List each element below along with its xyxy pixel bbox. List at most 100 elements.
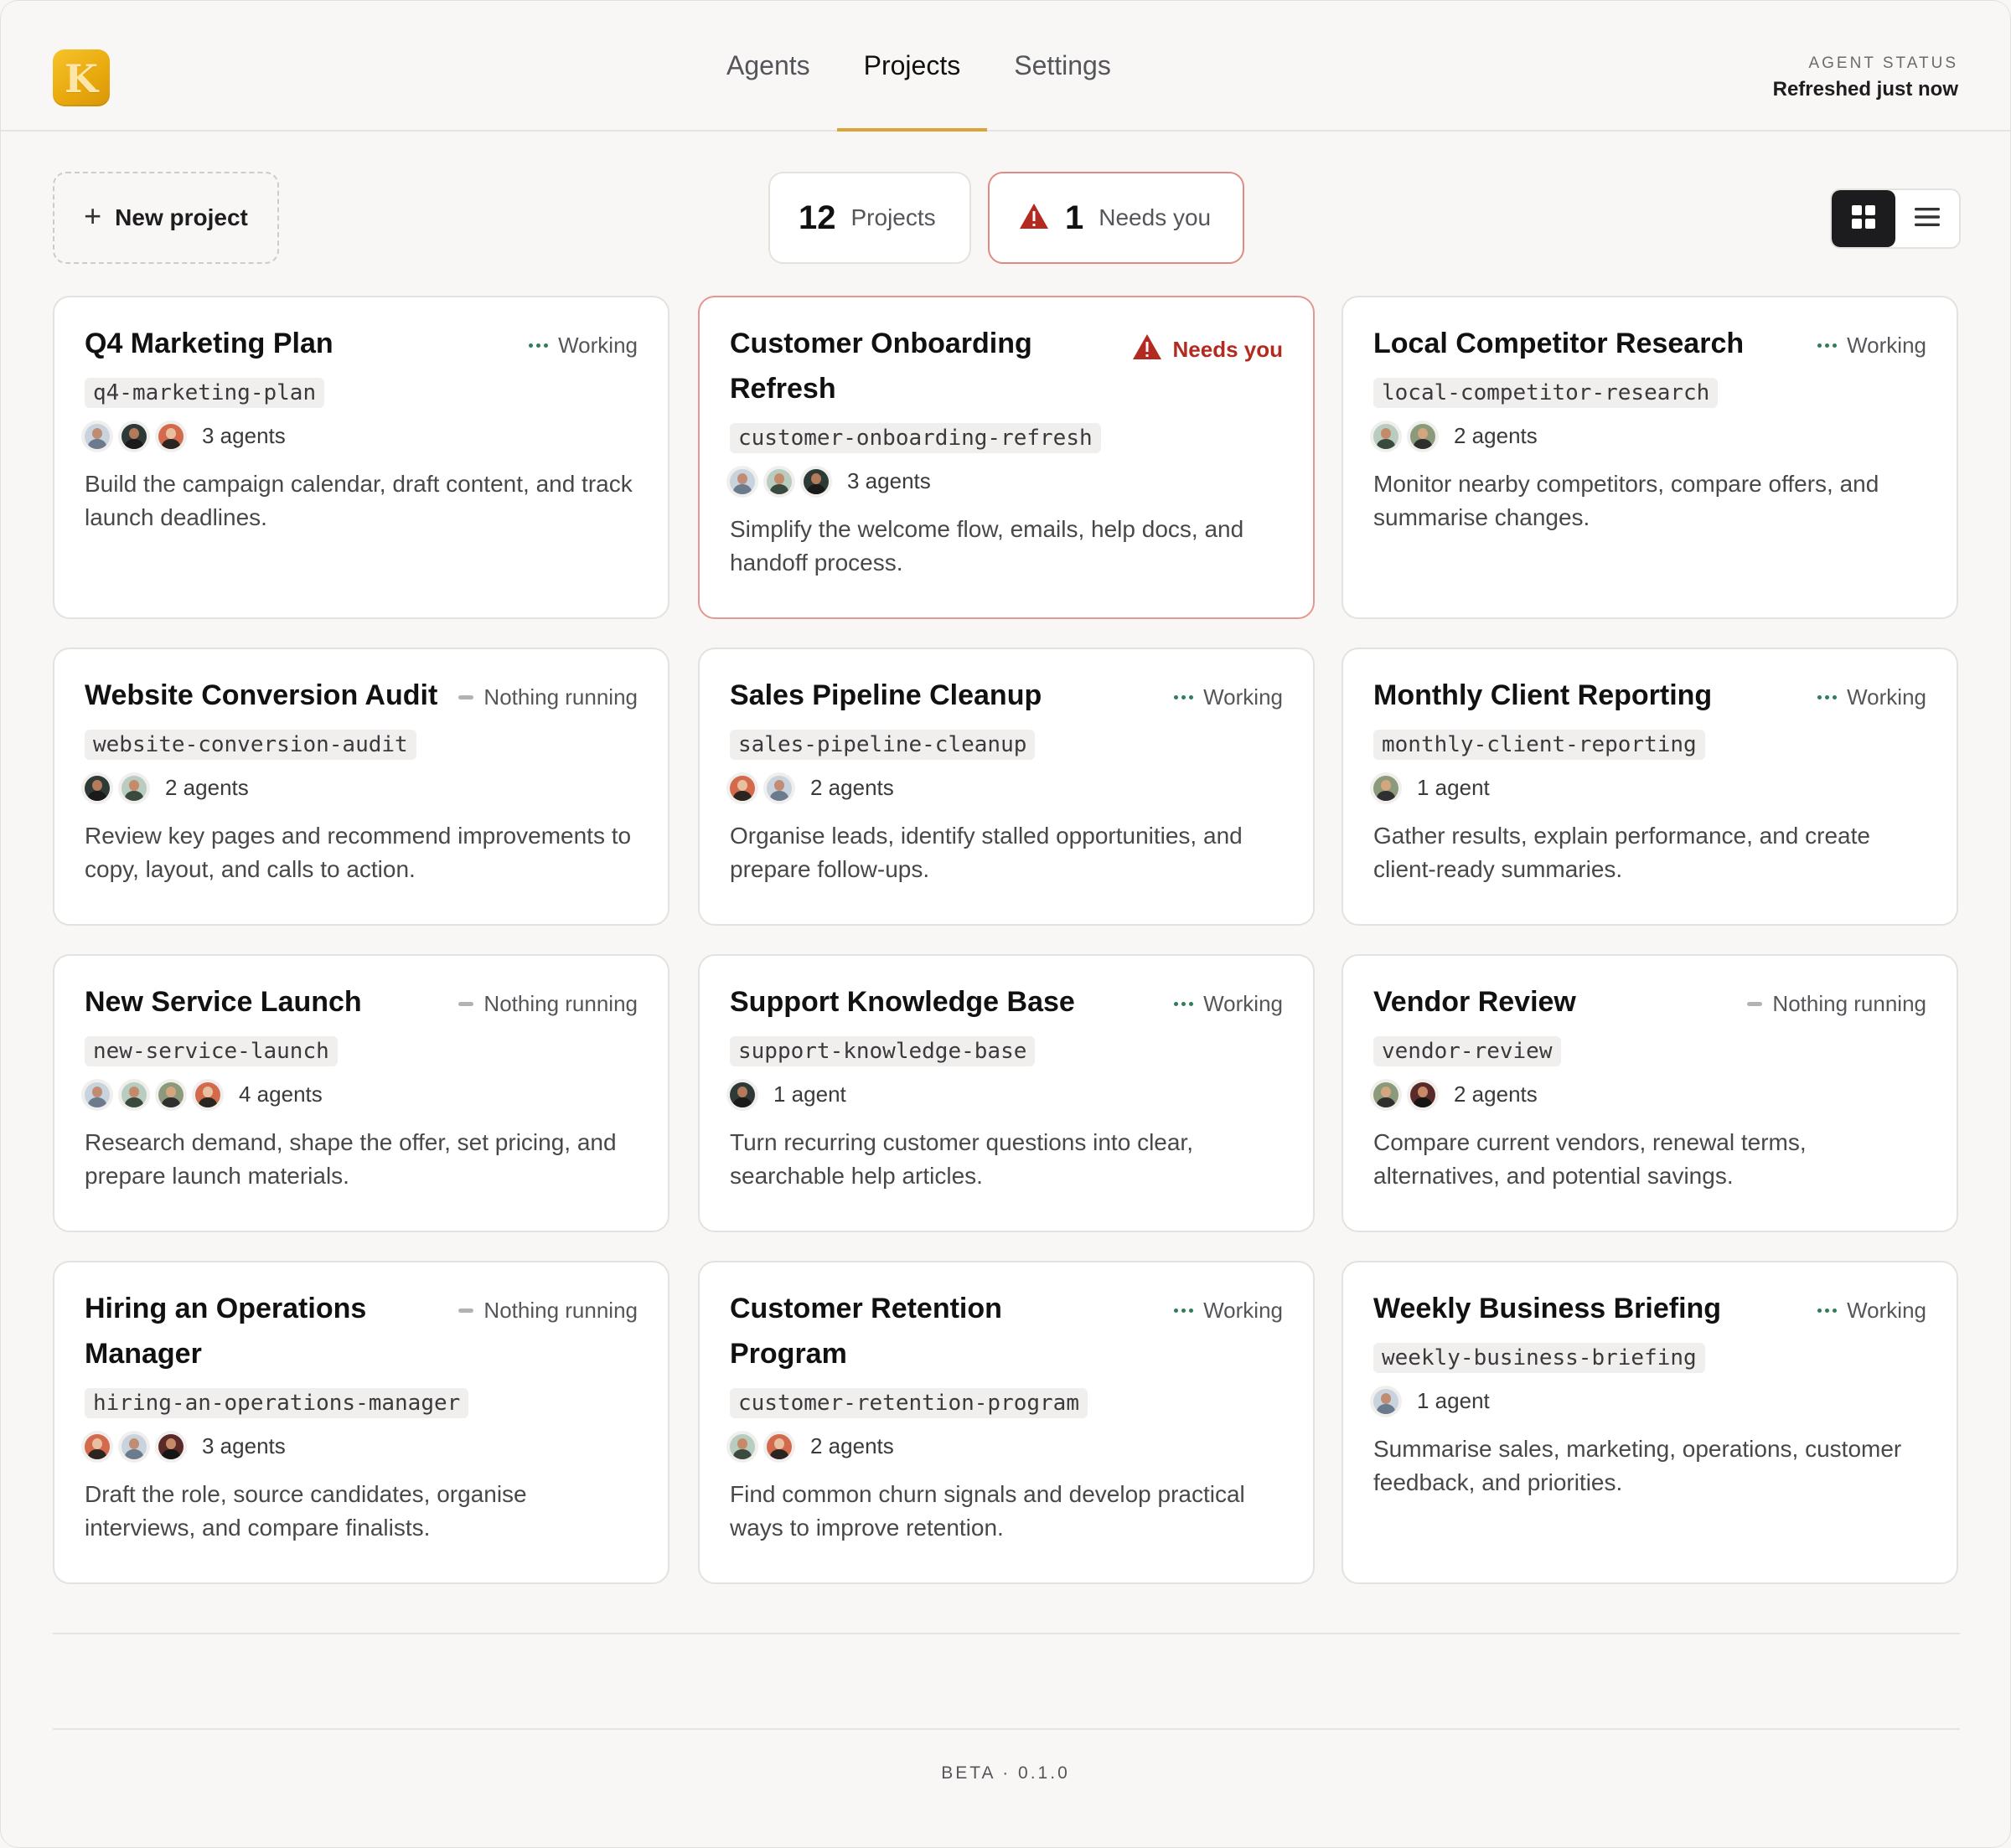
agent-avatar[interactable]	[1373, 775, 1398, 801]
agent-avatar[interactable]	[121, 775, 147, 801]
agent-avatar[interactable]	[767, 468, 792, 494]
project-card[interactable]: Sales Pipeline Cleanup Working sales-pipel…	[698, 648, 1315, 926]
agent-count: 2 agents	[1454, 423, 1538, 448]
agent-list: 1 agent	[1373, 1388, 1926, 1414]
list-view-button[interactable]	[1895, 190, 1959, 247]
agent-avatar[interactable]	[121, 1433, 147, 1459]
plus-icon: +	[84, 199, 102, 233]
project-status: Needs you	[1131, 333, 1284, 367]
agent-count: 1 agent	[1417, 775, 1490, 800]
project-status-label: Working	[1847, 684, 1926, 710]
project-slug: monthly-client-reporting	[1373, 730, 1705, 760]
tab-settings[interactable]: Settings	[987, 1, 1138, 130]
working-dots-icon	[1174, 1002, 1194, 1006]
project-status-label: Working	[558, 333, 638, 358]
project-description: Monitor nearby competitors, compare offe…	[1373, 471, 1879, 530]
project-title: New Service Launch	[85, 986, 362, 1018]
project-status: Nothing running	[458, 1298, 638, 1324]
project-slug: support-knowledge-base	[730, 1036, 1036, 1066]
working-dots-icon	[1174, 695, 1194, 699]
agent-avatar[interactable]	[730, 775, 755, 801]
project-card[interactable]: Local Competitor Research Working local-co…	[1342, 296, 1958, 619]
working-dots-icon	[529, 343, 549, 348]
new-project-button[interactable]: + New project	[53, 172, 279, 264]
project-card[interactable]: Vendor Review Nothing running vendor-revie…	[1342, 954, 1958, 1232]
projects-counter[interactable]: 12 Projects	[768, 172, 971, 264]
agent-avatar[interactable]	[1373, 423, 1398, 449]
agent-avatar[interactable]	[158, 1081, 184, 1107]
agent-count: 2 agents	[810, 1433, 894, 1458]
tab-agents[interactable]: Agents	[700, 1, 837, 130]
grid-view-button[interactable]	[1832, 190, 1895, 247]
agent-avatar[interactable]	[730, 1081, 755, 1107]
agent-avatar[interactable]	[767, 775, 792, 801]
agent-avatar[interactable]	[121, 1081, 147, 1107]
project-title: Monthly Client Reporting	[1373, 679, 1713, 711]
project-status-label: Working	[1847, 1298, 1926, 1323]
project-card[interactable]: Weekly Business Briefing Working weekly-bu…	[1342, 1261, 1958, 1584]
agent-avatar[interactable]	[767, 1433, 792, 1459]
app-logo[interactable]: K	[53, 49, 110, 106]
warning-triangle-icon	[1018, 202, 1050, 235]
project-card[interactable]: Customer Onboarding Refresh Needs you cust…	[698, 296, 1315, 619]
agent-avatar[interactable]	[85, 1433, 110, 1459]
project-status: Working	[1174, 1298, 1283, 1324]
projects-count: 12	[799, 199, 836, 236]
project-title: Vendor Review	[1373, 986, 1576, 1018]
agent-avatar[interactable]	[85, 423, 110, 449]
project-description: Compare current vendors, renewal terms, …	[1373, 1129, 1807, 1189]
agent-list: 2 agents	[1373, 423, 1926, 449]
new-project-label: New project	[115, 204, 248, 230]
project-status-label: Needs you	[1172, 337, 1284, 362]
divider	[53, 1633, 1960, 1634]
project-title: Q4 Marketing Plan	[85, 328, 333, 359]
idle-dash-icon	[1747, 1002, 1763, 1006]
project-description: Turn recurring customer questions into c…	[730, 1129, 1193, 1189]
project-status: Working	[1817, 333, 1926, 359]
project-description: Review key pages and recommend improveme…	[85, 823, 632, 882]
agent-avatar[interactable]	[121, 423, 147, 449]
project-slug: website-conversion-audit	[85, 730, 416, 760]
project-card[interactable]: New Service Launch Nothing running new-ser…	[53, 954, 669, 1232]
grid-view-icon	[1851, 204, 1876, 234]
agent-avatar[interactable]	[1410, 423, 1435, 449]
agent-avatar[interactable]	[85, 775, 110, 801]
agent-status-value: Refreshed just now	[1772, 78, 1958, 101]
agent-avatar[interactable]	[85, 1081, 110, 1107]
project-title: Sales Pipeline Cleanup	[730, 679, 1042, 711]
project-card[interactable]: Customer Retention Program Working custome…	[698, 1261, 1315, 1584]
project-card[interactable]: Hiring an Operations Manager Nothing runn…	[53, 1261, 669, 1584]
logo-letter: K	[65, 56, 98, 101]
project-slug: weekly-business-briefing	[1373, 1343, 1705, 1373]
agent-avatar[interactable]	[730, 1433, 755, 1459]
agent-list: 4 agents	[85, 1081, 638, 1107]
tab-projects[interactable]: Projects	[836, 1, 988, 132]
project-status: Working	[1174, 684, 1283, 710]
agent-avatar[interactable]	[1373, 1388, 1398, 1414]
agent-avatar[interactable]	[730, 468, 755, 494]
project-status: Nothing running	[458, 684, 638, 710]
agent-avatar[interactable]	[804, 468, 829, 494]
agent-avatar[interactable]	[195, 1081, 220, 1107]
needs-you-filter[interactable]: 1 Needs you	[988, 172, 1244, 264]
project-status: Nothing running	[458, 991, 638, 1017]
divider	[53, 1728, 1960, 1730]
project-card[interactable]: Monthly Client Reporting Working monthly-c…	[1342, 648, 1958, 926]
agent-avatar[interactable]	[158, 423, 184, 449]
agent-avatar[interactable]	[158, 1433, 184, 1459]
agent-list: 3 agents	[85, 1433, 638, 1459]
project-status: Working	[529, 333, 638, 359]
agent-avatar[interactable]	[1373, 1081, 1398, 1107]
project-card[interactable]: Q4 Marketing Plan Working q4-marketing-pla…	[53, 296, 669, 619]
project-slug: vendor-review	[1373, 1036, 1561, 1066]
project-title: Local Competitor Research	[1373, 328, 1745, 359]
project-status-label: Working	[1203, 991, 1283, 1016]
agent-count: 3 agents	[847, 468, 931, 493]
project-slug: sales-pipeline-cleanup	[730, 730, 1036, 760]
project-card[interactable]: Support Knowledge Base Working support-kno…	[698, 954, 1315, 1232]
project-description: Simplify the welcome flow, emails, help …	[730, 516, 1244, 576]
project-card[interactable]: Website Conversion Audit Nothing running w…	[53, 648, 669, 926]
agent-list: 1 agent	[1373, 775, 1926, 801]
agent-avatar[interactable]	[1410, 1081, 1435, 1107]
view-toggle	[1830, 188, 1961, 249]
